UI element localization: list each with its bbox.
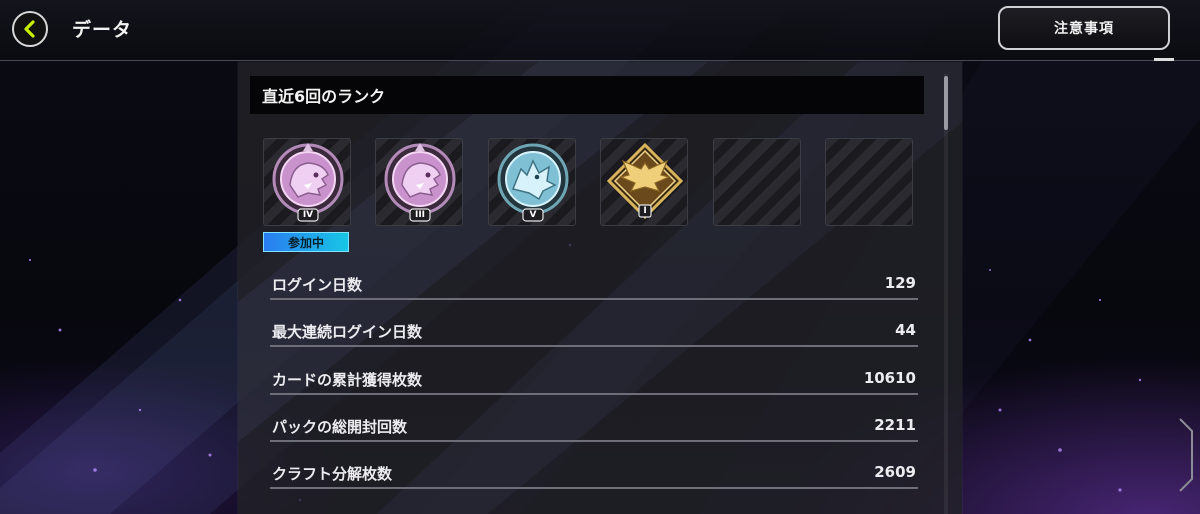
stat-row: 最大連続ログイン日数 44 — [270, 315, 918, 347]
participating-label: 参加中 — [287, 235, 324, 250]
rank-slot-1[interactable]: IV — [263, 138, 351, 226]
divider — [0, 60, 1200, 61]
rank-section-title: 直近6回のランク — [262, 87, 386, 106]
menu-marker — [1154, 58, 1174, 61]
bracket-decoration-icon — [1179, 418, 1193, 492]
stat-label: カードの累計獲得枚数 — [272, 371, 423, 389]
rank-tier-label: V — [529, 210, 537, 220]
stat-value: 129 — [884, 274, 916, 292]
stat-label: 最大連続ログイン日数 — [272, 323, 423, 341]
rank-slot-3[interactable]: V — [488, 138, 576, 226]
stat-row: ログイン日数 129 — [270, 268, 918, 300]
rank-slot-2[interactable]: III — [375, 138, 463, 226]
data-screen: データ 注意事項 直近6回のランク IV III V I 参加中 ログイン日数 … — [0, 0, 1200, 514]
stat-label: ログイン日数 — [272, 276, 363, 294]
rank-tier-label: IV — [302, 210, 314, 220]
notice-button[interactable]: 注意事項 — [998, 6, 1170, 50]
chevron-left-icon — [24, 20, 35, 38]
back-button[interactable] — [12, 11, 48, 47]
notice-button-label: 注意事項 — [1054, 21, 1114, 37]
scrollbar-track[interactable] — [944, 74, 948, 514]
stat-value: 44 — [895, 321, 916, 339]
stat-value: 2211 — [874, 416, 916, 434]
stat-label: パックの総開封回数 — [272, 418, 408, 436]
stat-value: 2609 — [874, 463, 916, 481]
rank-section-header: 直近6回のランク — [250, 76, 924, 114]
rank-slot-5-empty — [713, 138, 801, 226]
stat-label: クラフト分解枚数 — [272, 465, 393, 483]
page-title: データ — [72, 19, 133, 41]
stat-row: パックの総開封回数 2211 — [270, 410, 918, 442]
rank-slot-6-empty — [825, 138, 913, 226]
rank-tier-label: I — [643, 206, 647, 216]
stat-value: 10610 — [863, 369, 916, 387]
rank-tier-label: III — [414, 210, 426, 220]
rank-slot-4[interactable]: I — [600, 138, 688, 226]
stat-row: クラフト分解枚数 2609 — [270, 457, 918, 489]
scrollbar-thumb[interactable] — [944, 76, 948, 130]
data-panel[interactable]: 直近6回のランク IV III V I 参加中 ログイン日数 129 最大連続ロ… — [238, 62, 962, 514]
participating-badge: 参加中 — [263, 232, 349, 252]
stat-row: カードの累計獲得枚数 10610 — [270, 363, 918, 395]
